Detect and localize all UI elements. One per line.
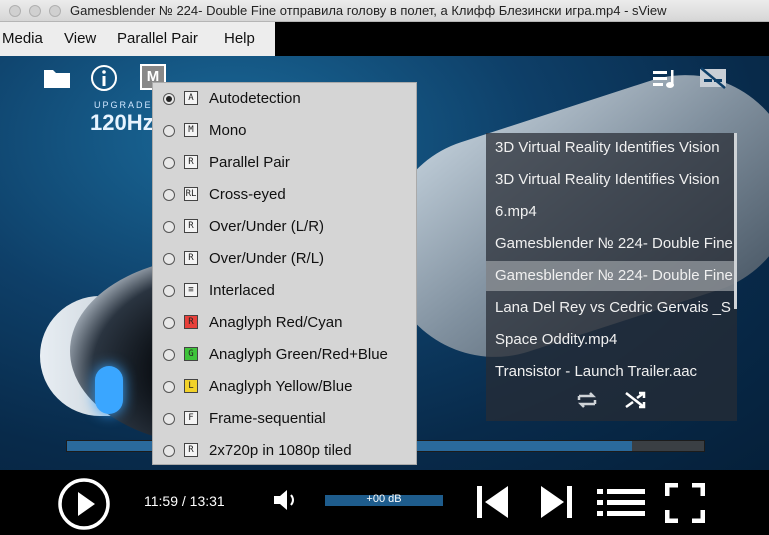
- stereo-menu-item-label: Over/Under (L/R): [209, 218, 325, 235]
- playlist-scrollbar[interactable]: [734, 133, 737, 309]
- stereo-menu-item[interactable]: R Parallel Pair: [153, 147, 416, 179]
- stereo-menu-item[interactable]: R Over/Under (L/R): [153, 211, 416, 243]
- volume-icon[interactable]: [272, 488, 300, 512]
- playlist-panel: 3D Virtual Reality Identifies Vision 3D …: [486, 133, 737, 421]
- folder-icon[interactable]: [42, 66, 72, 90]
- stereo-mode-icon: G: [184, 347, 198, 361]
- next-track-icon[interactable]: [538, 484, 574, 520]
- stereo-mode-icon: R: [184, 443, 198, 457]
- stereo-menu-item[interactable]: ≡ Interlaced: [153, 275, 416, 307]
- previous-track-icon[interactable]: [475, 484, 511, 520]
- time-display: 11:59 / 13:31: [144, 493, 225, 509]
- shuffle-icon[interactable]: [623, 387, 649, 413]
- playlist-item[interactable]: 6.mp4: [486, 197, 737, 227]
- radio-icon[interactable]: [163, 221, 175, 233]
- repeat-icon[interactable]: [574, 387, 600, 413]
- playlist-item[interactable]: 3D Virtual Reality Identifies Vision: [486, 133, 737, 163]
- stereo-mode-icon: R: [184, 155, 198, 169]
- playlist-item[interactable]: Gamesblender № 224- Double Fine: [486, 229, 737, 259]
- playlist-item[interactable]: Lana Del Rey vs Cedric Gervais _S: [486, 293, 737, 323]
- menubar: Media View Parallel Pair Help: [0, 22, 275, 56]
- window-title: Gamesblender № 224- Double Fine отправил…: [70, 3, 667, 18]
- stereo-mode-icon: ≡: [184, 283, 198, 297]
- radio-icon[interactable]: [163, 189, 175, 201]
- window-titlebar: Gamesblender № 224- Double Fine отправил…: [0, 0, 769, 22]
- subtitles-off-icon[interactable]: [698, 66, 728, 90]
- menu-view[interactable]: View: [64, 30, 96, 47]
- stereo-mode-icon: R: [184, 251, 198, 265]
- stereo-mode-icon: R: [184, 219, 198, 233]
- stereo-menu-item[interactable]: L Anaglyph Yellow/Blue: [153, 371, 416, 403]
- stereo-mode-icon: L: [184, 379, 198, 393]
- stereo-menu-item-label: Anaglyph Green/Red+Blue: [209, 346, 388, 363]
- playlist-item[interactable]: Space Oddity.mp4: [486, 325, 737, 355]
- stereo-menu-item[interactable]: R Anaglyph Red/Cyan: [153, 307, 416, 339]
- stereo-mode-icon: M: [184, 123, 198, 137]
- stereo-menu-item-label: 2x720p in 1080p tiled: [209, 442, 352, 459]
- stereo-mode-icon: F: [184, 411, 198, 425]
- video-overlay-upgraded: UPGRADED: [94, 100, 162, 110]
- playlist-item[interactable]: 3D Virtual Reality Identifies Vision: [486, 165, 737, 195]
- radio-icon[interactable]: [163, 349, 175, 361]
- stereo-mode-icon: A: [184, 91, 198, 105]
- stereo-mode-icon: RL: [184, 187, 198, 201]
- volume-slider[interactable]: +00 dB: [325, 493, 443, 506]
- radio-icon[interactable]: [163, 381, 175, 393]
- volume-label: +00 dB: [366, 493, 402, 505]
- stereo-menu-item-label: Interlaced: [209, 282, 275, 299]
- playlist-toggle-icon[interactable]: [597, 487, 647, 519]
- playback-controls: 11:59 / 13:31 +00 dB: [0, 470, 769, 535]
- radio-icon[interactable]: [163, 317, 175, 329]
- radio-icon[interactable]: [163, 253, 175, 265]
- stereo-menu-item-label: Autodetection: [209, 90, 301, 107]
- close-window-button[interactable]: [9, 5, 21, 17]
- stereo-menu-item[interactable]: RL Cross-eyed: [153, 179, 416, 211]
- stereo-mode-icon: R: [184, 315, 198, 329]
- stereo-menu-item-label: Anaglyph Red/Cyan: [209, 314, 343, 331]
- playlist-item[interactable]: Transistor - Launch Trailer.aac: [486, 357, 737, 387]
- fullscreen-icon[interactable]: [665, 483, 705, 523]
- minimize-window-button[interactable]: [29, 5, 41, 17]
- stereo-menu-item-label: Cross-eyed: [209, 186, 286, 203]
- stereo-menu-item[interactable]: M Mono: [153, 115, 416, 147]
- stereo-menu-item-label: Frame-sequential: [209, 410, 326, 427]
- stereo-menu-item[interactable]: R Over/Under (R/L): [153, 243, 416, 275]
- radio-icon[interactable]: [163, 445, 175, 457]
- radio-icon[interactable]: [163, 285, 175, 297]
- menu-media[interactable]: Media: [2, 30, 43, 47]
- radio-icon[interactable]: [163, 413, 175, 425]
- video-headset-light: [95, 366, 123, 414]
- stereo-menu-item[interactable]: F Frame-sequential: [153, 403, 416, 435]
- playlist-item-active[interactable]: Gamesblender № 224- Double Fine: [486, 261, 737, 291]
- menu-parallel-pair[interactable]: Parallel Pair: [117, 30, 198, 47]
- radio-icon[interactable]: [163, 157, 175, 169]
- stereo-menu-item-label: Over/Under (R/L): [209, 250, 325, 267]
- playlist-icon[interactable]: [652, 68, 680, 90]
- zoom-window-button[interactable]: [49, 5, 61, 17]
- info-icon[interactable]: [90, 64, 118, 92]
- stereo-menu-item-label: Mono: [209, 122, 247, 139]
- stereo-mode-menu: A Autodetection M Mono R Parallel Pair RL Cross…: [152, 82, 417, 465]
- radio-icon[interactable]: [163, 93, 175, 105]
- menu-help[interactable]: Help: [224, 30, 255, 47]
- radio-icon[interactable]: [163, 125, 175, 137]
- stereo-menu-item-label: Parallel Pair: [209, 154, 290, 171]
- play-icon[interactable]: [57, 477, 111, 531]
- video-overlay-hz: 120Hz: [90, 110, 154, 135]
- stereo-menu-item[interactable]: G Anaglyph Green/Red+Blue: [153, 339, 416, 371]
- stereo-menu-item[interactable]: A Autodetection: [153, 83, 416, 115]
- stereo-menu-item-label: Anaglyph Yellow/Blue: [209, 378, 353, 395]
- stereo-menu-item[interactable]: R 2x720p in 1080p tiled: [153, 435, 416, 467]
